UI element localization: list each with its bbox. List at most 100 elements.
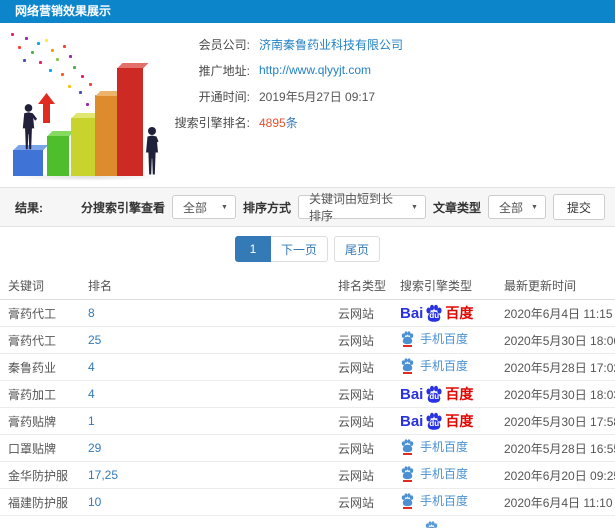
seo-rank-count: 4895	[259, 115, 286, 130]
bar-yellow	[71, 113, 100, 176]
table-row: 膏药代工 8 云网站 Bai du 百度 2020年6月4日 11:15	[0, 299, 615, 327]
rank-link[interactable]: 4	[88, 360, 95, 374]
engine-view-selected: 全部	[182, 200, 207, 215]
table-row: 福建防护服 10 云网站 手机百度 2020年6月4日 11:10	[0, 488, 615, 516]
mobile-baidu-badge: 手机百度	[400, 465, 468, 482]
update-time-cell: 2020年6月4日 11:10	[496, 488, 615, 516]
businessman-left-icon	[22, 104, 38, 150]
member-company-row: 会员公司: 济南秦鲁药业科技有限公司	[165, 31, 403, 57]
marketing-chart-illustration	[5, 29, 165, 181]
result-section-label: 结果:	[15, 200, 43, 215]
col-engine-type: 搜索引擎类型	[392, 271, 496, 300]
summary-section: 会员公司: 济南秦鲁药业科技有限公司 推广地址: http://www.qlyy…	[0, 23, 615, 187]
article-type-selected: 全部	[498, 200, 523, 215]
baidu-logo-bai: Bai	[400, 304, 424, 322]
rank-link[interactable]: 17,25	[88, 468, 118, 482]
rank-link[interactable]: 25	[88, 333, 101, 347]
update-time-cell: 2020年5月28日 16:55	[496, 434, 615, 462]
seo-rank-row: 搜索引擎排名: 4895条	[165, 109, 403, 135]
caret-down-icon: ▼	[531, 203, 538, 211]
engine-cell: Bai du 百度	[392, 299, 496, 327]
mobile-baidu-label: 手机百度	[420, 359, 469, 373]
keyword-cell: 膏药代工	[0, 299, 80, 327]
rank-link[interactable]: 8	[88, 306, 95, 320]
mobile-baidu-paw-icon	[400, 357, 415, 374]
table-row: 膏药代工 25 云网站 手机百度 2020年5月30日 18:06	[0, 326, 615, 354]
col-rank-type: 排名类型	[330, 271, 392, 300]
rank-type-cell: 云网站	[330, 488, 392, 516]
update-time-cell: 2020年6月4日 11:15	[496, 299, 615, 327]
bar-blue	[13, 145, 48, 176]
article-type-label: 文章类型	[432, 200, 481, 215]
promo-url-link[interactable]: http://www.qlyyjt.com	[259, 63, 371, 77]
next-page-button[interactable]: 下一页	[270, 236, 328, 262]
open-time-value: 2019年5月27日 09:17	[259, 89, 376, 104]
mobile-baidu-badge: 手机百度	[400, 330, 468, 347]
engine-cell: 手机百度	[392, 326, 496, 354]
mobile-baidu-underline	[403, 372, 412, 374]
baidu-logo: Bai du 百度	[400, 303, 473, 323]
bar-green	[47, 131, 74, 176]
baidu-logo: Bai du 百度	[400, 411, 473, 431]
mobile-baidu-underline	[403, 453, 412, 455]
baidu-logo-du: du	[429, 311, 440, 320]
pagination: 1 下一页 尾页	[0, 227, 615, 271]
update-time-cell: 2020年5月30日 18:06	[496, 326, 615, 354]
mobile-baidu-label: 手机百度	[420, 467, 469, 481]
partial-next-row	[0, 516, 615, 528]
baidu-logo-cn: 百度	[445, 386, 474, 402]
engine-view-select[interactable]: 全部 ▼	[171, 195, 236, 219]
mobile-baidu-paw-icon	[400, 330, 415, 347]
engine-cell: Bai du 百度	[392, 407, 496, 435]
bar-red	[117, 63, 148, 176]
growth-arrow-icon	[38, 93, 55, 123]
filter-controls: 分搜索引擎查看 全部 ▼ 排序方式 关键词由短到长排序 ▼ 文章类型 全部 ▼ …	[81, 192, 605, 223]
sort-select[interactable]: 关键词由短到长排序 ▼	[297, 192, 426, 223]
keyword-cell: 膏药贴牌	[0, 407, 80, 435]
filter-bar: 结果: 分搜索引擎查看 全部 ▼ 排序方式 关键词由短到长排序 ▼ 文章类型 全…	[0, 187, 615, 227]
page-1-button[interactable]: 1	[234, 236, 271, 262]
partial-baidu-paw-icon	[424, 520, 439, 528]
rank-link[interactable]: 29	[88, 441, 101, 455]
mobile-baidu-underline	[403, 480, 412, 482]
last-page-button[interactable]: 尾页	[334, 236, 381, 262]
article-type-select[interactable]: 全部 ▼	[487, 195, 546, 219]
engine-cell: 手机百度	[392, 353, 496, 381]
table-row: 膏药贴牌 1 云网站 Bai du 百度 2020年5月30日 17:58	[0, 407, 615, 435]
sort-selected: 关键词由短到长排序	[308, 192, 393, 223]
member-company-link[interactable]: 济南秦鲁药业科技有限公司	[259, 38, 403, 52]
caret-down-icon: ▼	[411, 203, 418, 211]
mobile-baidu-paw-icon	[400, 438, 415, 455]
mobile-baidu-paw-icon	[400, 465, 415, 482]
update-time-cell: 2020年5月30日 17:58	[496, 407, 615, 435]
rank-type-cell: 云网站	[330, 407, 392, 435]
mobile-baidu-badge: 手机百度	[400, 438, 468, 455]
col-update-time: 最新更新时间	[496, 271, 615, 300]
table-header-row: 关键词 排名 排名类型 搜索引擎类型 最新更新时间	[0, 271, 615, 300]
engine-cell: 手机百度	[392, 461, 496, 489]
mobile-baidu-label: 手机百度	[420, 494, 469, 508]
update-time-cell: 2020年5月30日 18:03	[496, 380, 615, 408]
baidu-logo-du: du	[429, 419, 440, 428]
table-row: 口罩贴牌 29 云网站 手机百度 2020年5月28日 16:55	[0, 434, 615, 462]
rank-link[interactable]: 10	[88, 495, 101, 509]
rank-type-cell: 云网站	[330, 461, 392, 489]
table-body: 膏药代工 8 云网站 Bai du 百度 2020年6月4日 11:15 膏药代…	[0, 299, 615, 516]
engine-cell: Bai du 百度	[392, 380, 496, 408]
rank-link[interactable]: 1	[88, 414, 95, 428]
mobile-baidu-paw-icon	[400, 492, 415, 509]
open-time-row: 开通时间: 2019年5月27日 09:17	[165, 83, 403, 109]
baidu-logo-cn: 百度	[445, 413, 474, 429]
table-row: 金华防护服 17,25 云网站 手机百度 2020年6月20日 09:25	[0, 461, 615, 489]
rank-type-cell: 云网站	[330, 380, 392, 408]
caret-down-icon: ▼	[221, 203, 228, 211]
mobile-baidu-label: 手机百度	[420, 440, 469, 454]
bar-orange	[95, 91, 124, 176]
seo-rank-label: 搜索引擎排名:	[174, 115, 250, 130]
confetti-decoration	[11, 33, 14, 36]
submit-button[interactable]: 提交	[552, 194, 605, 220]
rank-link[interactable]: 4	[88, 387, 95, 401]
member-info: 会员公司: 济南秦鲁药业科技有限公司 推广地址: http://www.qlyy…	[165, 31, 403, 135]
open-time-label: 开通时间:	[198, 89, 250, 104]
baidu-logo-bai: Bai	[400, 385, 424, 403]
